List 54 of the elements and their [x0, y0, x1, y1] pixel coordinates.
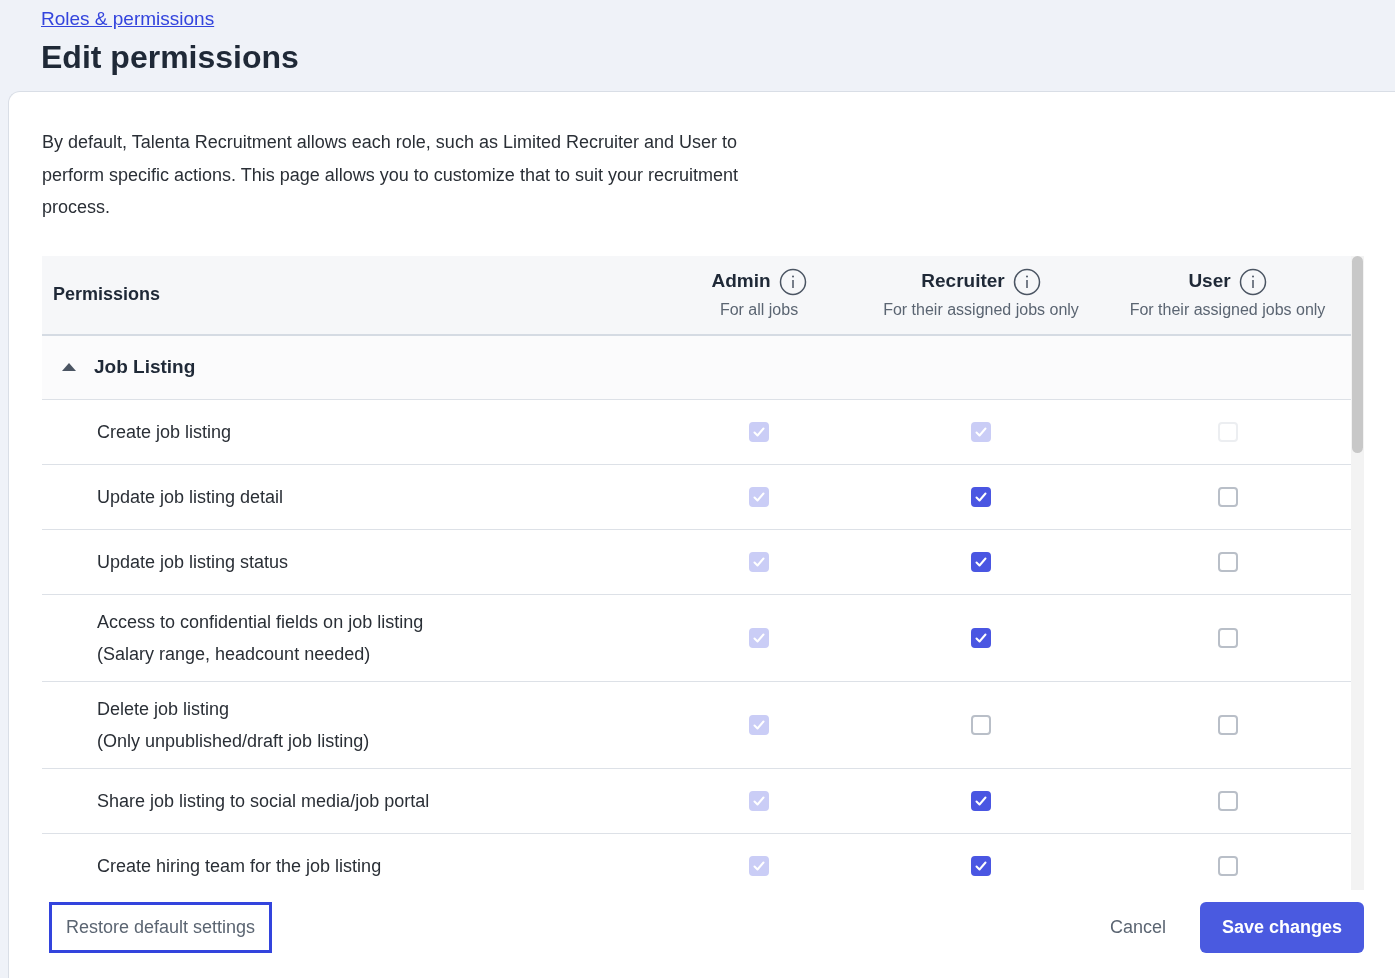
column-subtitle: For their assigned jobs only: [1129, 299, 1326, 320]
check-icon: [752, 793, 766, 808]
restore-defaults-button[interactable]: Restore default settings: [49, 901, 273, 953]
caret-icon: [61, 362, 77, 372]
permission-label: Delete job listing: [97, 697, 231, 721]
checkbox[interactable]: [971, 855, 991, 876]
breadcrumb-link[interactable]: Roles & permissions: [41, 7, 215, 31]
permission-label: Update job listing status: [97, 550, 290, 574]
info-icon[interactable]: [1012, 267, 1041, 296]
column-header: User: [1188, 269, 1231, 294]
check-icon: [974, 554, 988, 569]
checkbox[interactable]: [971, 714, 991, 735]
check-icon: [752, 489, 766, 504]
checkbox[interactable]: [1217, 855, 1238, 876]
permission-label: (Only unpublished/draft job listing): [97, 729, 371, 753]
column-subtitle: For all jobs: [719, 299, 799, 320]
check-icon: [974, 793, 988, 808]
check-icon: [974, 424, 988, 439]
checkbox[interactable]: [971, 551, 991, 572]
info-icon[interactable]: [1238, 267, 1267, 296]
permission-label: Update job listing detail: [97, 485, 285, 509]
permission-label: Create hiring team for the job listing: [97, 854, 383, 878]
check-icon: [974, 630, 988, 645]
group-row[interactable]: Job Listing: [42, 335, 1351, 400]
checkbox[interactable]: [971, 790, 991, 811]
group-label: Job Listing: [94, 354, 196, 379]
check-icon: [752, 630, 766, 645]
check-icon: [974, 858, 988, 873]
check-icon: [752, 717, 766, 732]
page-title: Edit permissions: [41, 38, 300, 77]
permission-label: Access to confidential fields on job listing: [97, 610, 425, 634]
column-header: Recruiter: [921, 269, 1005, 294]
scrollbar-thumb[interactable]: [1352, 255, 1363, 453]
column-header: Permissions: [52, 283, 162, 306]
check-icon: [752, 858, 766, 873]
info-icon[interactable]: [778, 267, 807, 296]
column-header: Admin: [711, 269, 771, 294]
checkbox[interactable]: [1217, 714, 1238, 735]
intro-paragraph: By default, Talenta Recruitment allows each role, such as Limited Recruiter and User to perform specific actions. This page allows you to customize that to suit your recruitment process.: [42, 131, 739, 219]
permission-label: (Salary range, headcount needed): [97, 642, 372, 666]
checkbox[interactable]: [1217, 486, 1238, 507]
checkbox[interactable]: [971, 486, 991, 507]
check-icon: [752, 554, 766, 569]
save-button[interactable]: Save changes: [1199, 901, 1364, 953]
permission-label: Create job listing: [97, 420, 233, 444]
checkbox[interactable]: [1217, 551, 1238, 572]
cancel-button[interactable]: Cancel: [1093, 901, 1182, 953]
column-subtitle: For their assigned jobs only: [883, 299, 1079, 320]
checkbox[interactable]: [1217, 790, 1238, 811]
checkbox[interactable]: [1217, 627, 1238, 648]
check-icon: [974, 489, 988, 504]
checkbox[interactable]: [971, 627, 991, 648]
permission-label: Share job listing to social media/job portal: [97, 789, 431, 813]
check-icon: [752, 424, 766, 439]
